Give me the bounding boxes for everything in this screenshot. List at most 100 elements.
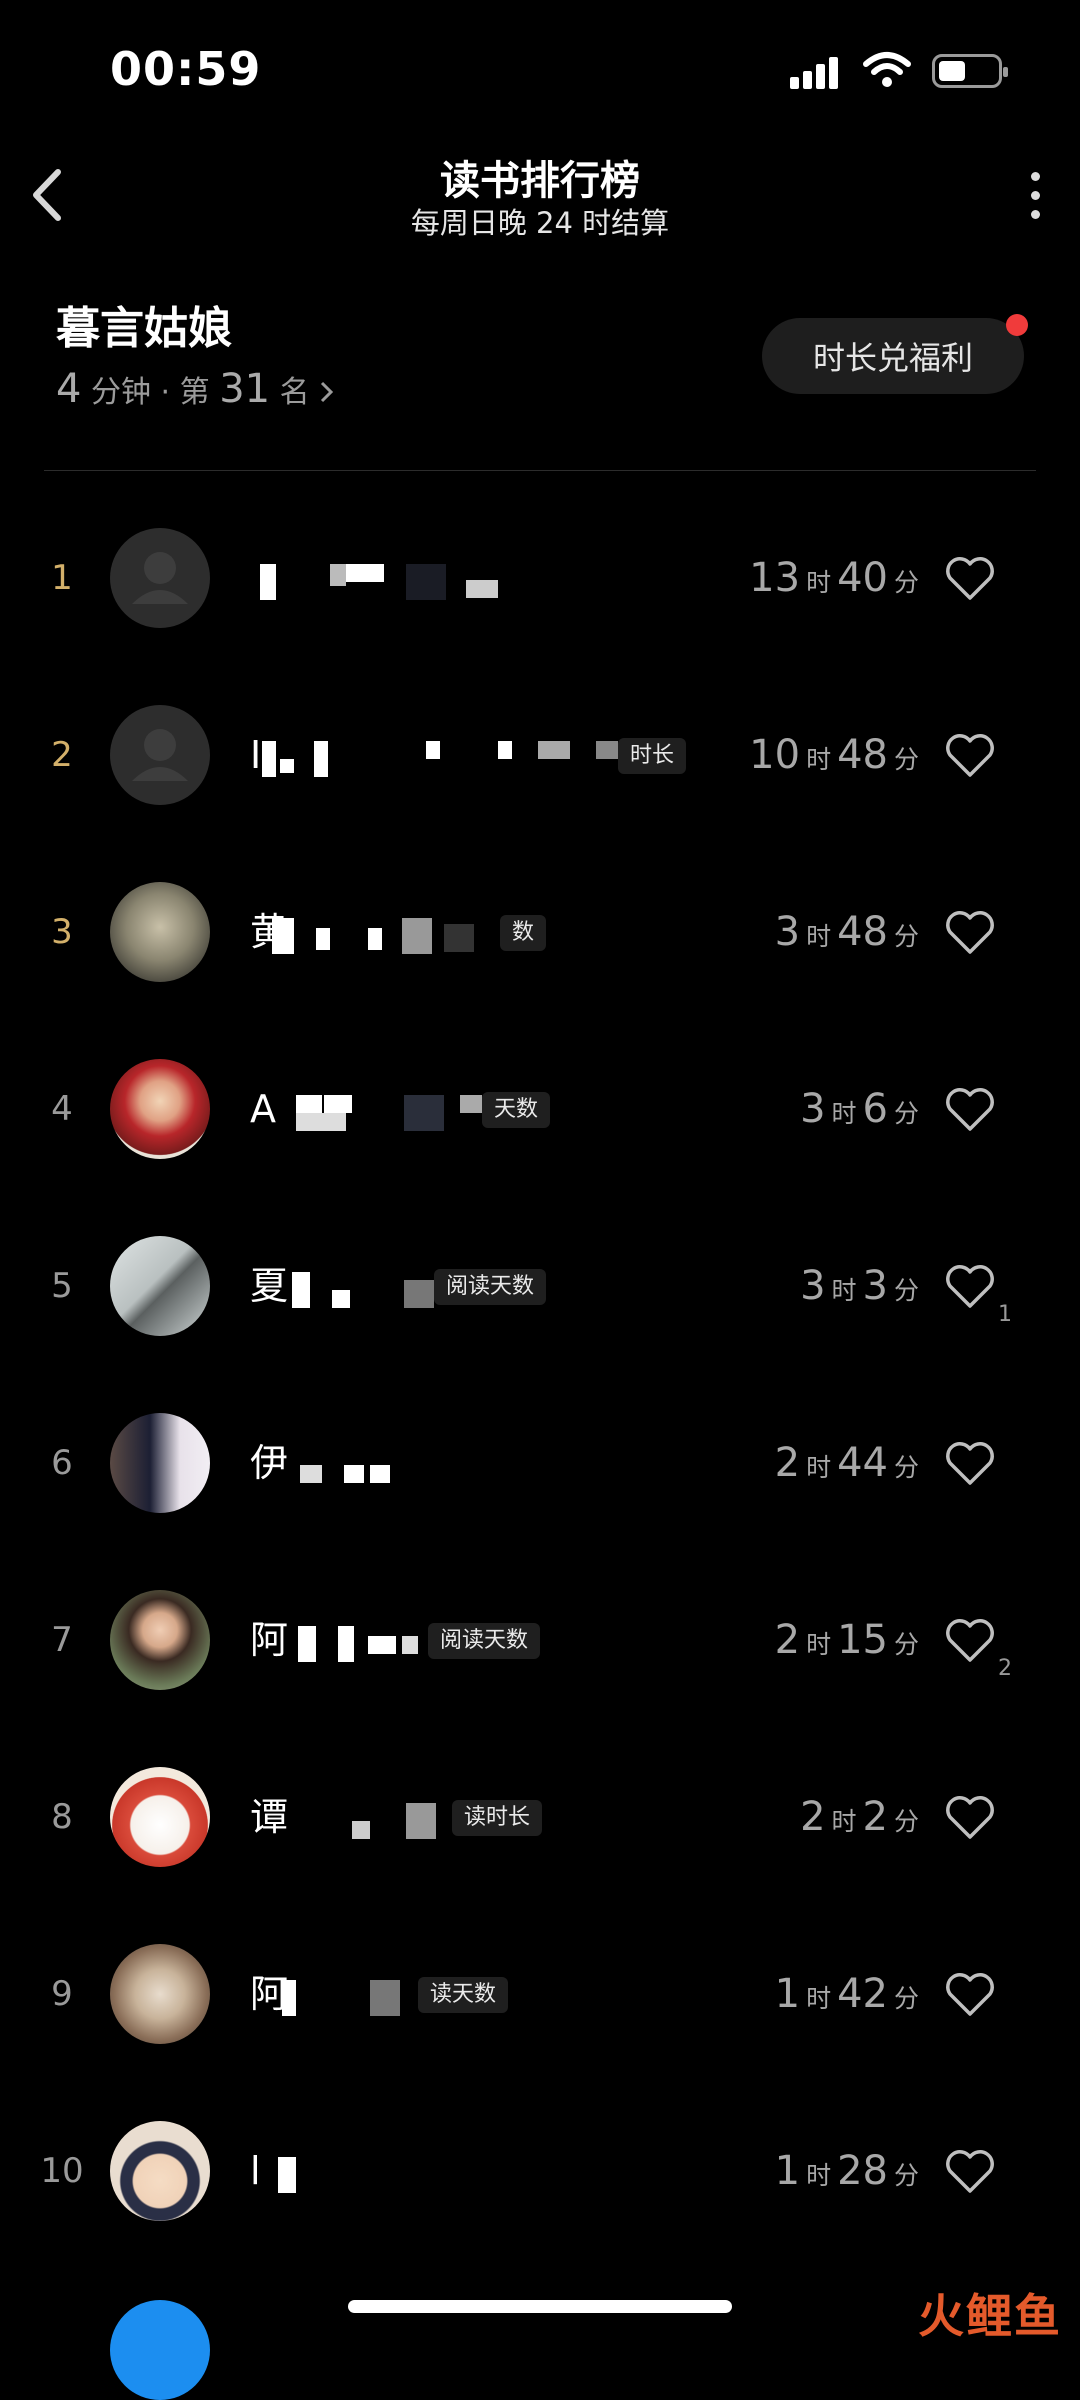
reading-duration: 3时6分 — [800, 1086, 919, 1132]
rank-number: 1 — [51, 558, 73, 598]
heart-icon[interactable] — [944, 1970, 996, 2018]
badge-tag: 数 — [500, 915, 547, 951]
my-username: 暮言姑娘 — [56, 303, 232, 354]
default-user-icon — [132, 552, 188, 604]
badge-tag: 阅读天数 — [428, 1623, 541, 1659]
reading-duration: 3 时 48 分 — [774, 909, 919, 955]
avatar[interactable] — [110, 1944, 210, 2044]
user-name: 伊 — [250, 1441, 289, 1485]
rank-number: 2 — [51, 735, 73, 775]
my-rank: 31 — [219, 366, 271, 412]
pixelated-name — [272, 918, 512, 954]
my-rank-suffix: 名 — [279, 375, 310, 410]
page-subtitle: 每周日晚 24 时结算 — [410, 206, 670, 240]
avatar[interactable] — [110, 1767, 210, 1867]
my-minutes-unit: 分钟 — [91, 375, 151, 410]
default-user-icon — [132, 729, 188, 781]
user-name: A — [250, 1087, 276, 1131]
ranking-row[interactable]: 6 伊 2 时 44 分 — [0, 1375, 1080, 1552]
avatar[interactable] — [110, 1059, 210, 1159]
user-name: l — [250, 2149, 261, 2193]
ranking-row[interactable]: 4 A 天数 3时6分 — [0, 1021, 1080, 1198]
ranking-row[interactable]: 8 谭 读时长 2时2分 — [0, 1729, 1080, 1906]
watermark: 火鲤鱼 — [918, 2289, 1062, 2343]
like-count: 1 — [998, 1302, 1012, 1327]
avatar[interactable] — [110, 882, 210, 982]
avatar[interactable] — [110, 2300, 210, 2400]
rank-number: 7 — [51, 1620, 73, 1660]
ranking-row[interactable]: 5 夏 阅读天数 3时3分 1 — [0, 1198, 1080, 1375]
ranking-row[interactable]: 1 13 时 40 分 — [0, 490, 1080, 667]
my-rank-prefix: 第 — [179, 375, 210, 410]
avatar[interactable] — [110, 2121, 210, 2221]
avatar[interactable] — [110, 1413, 210, 1513]
heart-icon[interactable] — [944, 1085, 996, 1133]
my-ranking-card: 暮言姑娘 4 分钟 · 第 31 名 时长兑福利 — [0, 280, 1080, 440]
pixelated-name — [292, 1272, 452, 1308]
rank-number: 3 — [51, 912, 73, 952]
cellular-signal-icon — [790, 55, 840, 89]
heart-icon[interactable] — [944, 1439, 996, 1487]
avatar[interactable] — [110, 528, 210, 628]
rank-number: 6 — [51, 1443, 73, 1483]
pixelated-name — [272, 1803, 472, 1839]
badge-tag: 天数 — [482, 1092, 551, 1128]
pixelated-name — [278, 2157, 318, 2193]
pixelated-name — [258, 564, 558, 600]
heart-icon[interactable] — [944, 2147, 996, 2195]
divider — [44, 470, 1036, 471]
redeem-welfare-button[interactable]: 时长兑福利 — [762, 314, 1028, 394]
rank-number: 5 — [51, 1266, 73, 1306]
ranking-row[interactable]: 3 黄 数 3 时 48 分 — [0, 844, 1080, 1021]
badge-tag: 时长 — [618, 738, 687, 774]
badge-tag: 读天数 — [418, 1977, 509, 2013]
heart-icon[interactable] — [944, 1793, 996, 1841]
status-bar: 00:59 — [0, 0, 1080, 140]
avatar[interactable] — [110, 705, 210, 805]
heart-icon[interactable] — [944, 908, 996, 956]
rank-number: 9 — [51, 1974, 73, 2014]
pixelated-name — [300, 1449, 420, 1485]
rank-number: 4 — [51, 1089, 73, 1129]
ranking-row[interactable]: 9 阿 读天数 1 时 42 分 — [0, 1906, 1080, 2083]
ranking-row[interactable]: 7 阿 阅读天数 2 时 15 分 2 — [0, 1552, 1080, 1729]
wifi-icon — [863, 52, 911, 87]
redeem-welfare-label: 时长兑福利 — [812, 339, 973, 377]
reading-duration: 13 时 40 分 — [749, 555, 919, 601]
rank-number: 8 — [51, 1797, 73, 1837]
user-name: I — [250, 733, 262, 777]
ranking-row[interactable]: 10 l 1 时 28 分 — [0, 2083, 1080, 2260]
status-time: 00:59 — [110, 42, 262, 96]
more-options-icon[interactable] — [1010, 160, 1060, 230]
reading-duration: 2 时 44 分 — [774, 1440, 919, 1486]
rank-number: 10 — [40, 2151, 84, 2191]
nav-header: 读书排行榜 每周日晚 24 时结算 — [0, 140, 1080, 250]
like-count: 2 — [998, 1656, 1012, 1681]
reading-duration: 10 时 48 分 — [749, 732, 919, 778]
heart-icon[interactable] — [944, 554, 996, 602]
badge-tag: 阅读天数 — [434, 1269, 547, 1305]
pixelated-name — [282, 1626, 442, 1662]
battery-icon — [932, 54, 1008, 88]
avatar[interactable] — [110, 1236, 210, 1336]
heart-icon[interactable] — [944, 1262, 996, 1310]
my-minutes: 4 — [56, 366, 82, 412]
chevron-right-icon — [321, 381, 334, 403]
heart-icon[interactable] — [944, 731, 996, 779]
ranking-list: 1 13 时 40 分 2 I 时长 10 时 48 分 3 黄 数 3 时 4… — [0, 490, 1080, 2260]
ranking-row[interactable]: 2 I 时长 10 时 48 分 — [0, 667, 1080, 844]
notification-dot — [1006, 314, 1028, 336]
avatar[interactable] — [110, 1590, 210, 1690]
my-rank-summary[interactable]: 4 分钟 · 第 31 名 — [56, 366, 335, 412]
pixelated-name — [262, 741, 622, 777]
user-name: 夏 — [250, 1264, 289, 1308]
home-indicator[interactable] — [348, 2300, 732, 2313]
pixelated-name — [274, 1095, 514, 1131]
reading-duration: 3时3分 — [800, 1263, 919, 1309]
page-title: 读书排行榜 — [440, 158, 640, 204]
heart-icon[interactable] — [944, 1616, 996, 1664]
reading-duration: 1 时 42 分 — [774, 1971, 919, 2017]
reading-duration: 2 时 15 分 — [774, 1617, 919, 1663]
badge-tag: 读时长 — [452, 1800, 543, 1836]
reading-duration: 2时2分 — [800, 1794, 919, 1840]
